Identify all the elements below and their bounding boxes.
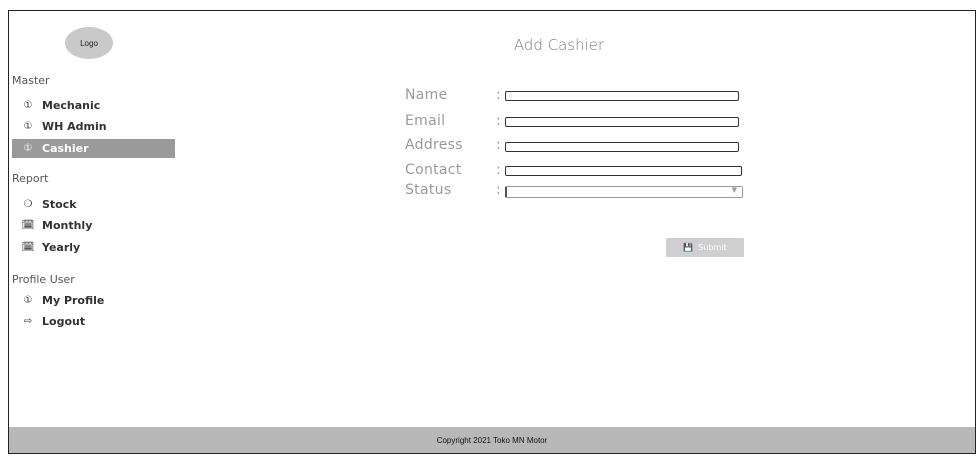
field-colon: : [495,137,501,153]
save-icon: 💾 [683,243,694,252]
sidebar-item-my-profile[interactable]: ① My Profile [12,291,175,310]
copyright-text: Copyright 2021 Toko MN Motor [436,435,548,445]
sidebar-item-label: My Profile [42,294,105,307]
user-circle-icon: ① [23,121,33,132]
sidebar-item-monthly[interactable]: 🗓 Monthly [12,216,175,235]
field-colon: : [495,113,501,129]
name-label: Name : [405,87,501,103]
sidebar-section-report: Report [12,172,49,185]
name-input[interactable] [505,91,739,101]
user-circle-icon: ① [23,295,33,306]
address-input[interactable] [505,142,739,152]
contact-label: Contact : [405,162,501,178]
logo: Logo [65,27,113,59]
calendar-icon: 🗓 [21,242,35,253]
sidebar-item-label: Yearly [42,241,81,254]
logout-icon: ⇨ [23,316,33,327]
sidebar-section-profile-user: Profile User [12,273,75,286]
field-label-text: Address [405,137,463,153]
user-circle-icon: ① [23,100,33,111]
field-label-text: Status [405,182,452,198]
sidebar-item-logout[interactable]: ⇨ Logout [12,312,175,331]
status-select[interactable]: ▼ [505,186,743,198]
user-circle-icon: ① [23,143,33,154]
sidebar-item-stock[interactable]: ❍ Stock [12,195,175,214]
field-label-text: Contact [405,162,462,178]
sidebar-item-label: Stock [42,198,77,211]
app-frame: Logo Master ① Mechanic ① WH Admin ① Cash… [8,10,976,454]
sidebar-item-label: Mechanic [42,99,101,112]
sidebar-item-cashier[interactable]: ① Cashier [12,139,175,158]
email-input[interactable] [505,117,739,127]
contact-input[interactable] [505,166,742,176]
sidebar-item-yearly[interactable]: 🗓 Yearly [12,238,175,257]
status-label: Status : [405,182,501,198]
field-label-text: Name [405,87,448,103]
footer: Copyright 2021 Toko MN Motor [9,427,975,453]
submit-button[interactable]: 💾 Submit [666,238,744,257]
box-icon: ❍ [23,199,33,210]
sidebar-item-label: Cashier [42,142,89,155]
chevron-down-icon: ▼ [731,186,737,194]
field-colon: : [495,87,501,103]
calendar-icon: 🗓 [21,220,35,231]
sidebar-item-label: Logout [42,315,86,328]
sidebar-item-wh-admin[interactable]: ① WH Admin [12,117,175,136]
address-label: Address : [405,137,501,153]
page-title: Add Cashier [513,36,605,54]
field-label-text: Email [405,113,446,129]
submit-label: Submit [698,243,727,252]
sidebar-item-label: WH Admin [42,120,107,133]
field-colon: : [495,182,501,198]
field-colon: : [495,162,501,178]
sidebar-item-mechanic[interactable]: ① Mechanic [12,96,175,115]
email-label: Email : [405,113,501,129]
sidebar-item-label: Monthly [42,219,93,232]
sidebar-section-master: Master [12,74,50,87]
